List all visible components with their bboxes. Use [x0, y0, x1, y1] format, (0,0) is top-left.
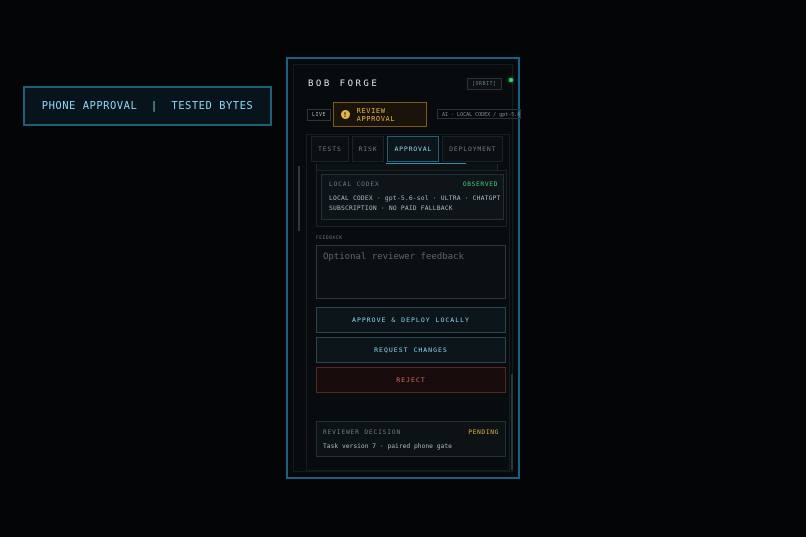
codex-detail-line: LOCAL CODEX · gpt-5.6-sol · ULTRA · CHAT…	[329, 195, 501, 202]
feedback-input[interactable]	[316, 245, 506, 299]
connection-status-dot	[509, 78, 513, 82]
tab-approval[interactable]: APPROVAL	[387, 136, 440, 162]
scrollbar-right[interactable]	[511, 374, 513, 470]
phone-frame: BOB FORGE [ORBIT] LIVE ! REVIEW APPROVAL…	[286, 57, 521, 479]
orbit-button[interactable]: [ORBIT]	[467, 78, 502, 90]
decision-title: REVIEWER DECISION	[323, 429, 402, 436]
tab-risk[interactable]: RISK	[351, 136, 385, 162]
tab-bar: TESTS RISK APPROVAL DEPLOYMENT	[311, 136, 506, 162]
codex-status-badge: OBSERVED	[462, 181, 498, 188]
warning-icon: !	[341, 110, 350, 119]
request-changes-button[interactable]: REQUEST CHANGES	[316, 337, 506, 363]
review-approval-chip[interactable]: ! REVIEW APPROVAL	[333, 102, 427, 127]
feedback-label: FEEDBACK	[316, 236, 343, 241]
review-approval-label: REVIEW APPROVAL	[356, 106, 396, 123]
banner-text: PHONE APPROVAL | TESTED BYTES	[41, 100, 254, 112]
decision-subtitle: Task version 7 · paired phone gate	[323, 443, 452, 450]
reviewer-decision-card: REVIEWER DECISION PENDING Task version 7…	[316, 421, 506, 457]
codex-title: LOCAL CODEX	[329, 181, 380, 188]
reject-button[interactable]: REJECT	[316, 367, 506, 393]
approve-deploy-button[interactable]: APPROVE & DEPLOY LOCALLY	[316, 307, 506, 333]
content-panel[interactable]: TESTS RISK APPROVAL DEPLOYMENT LOCAL COD…	[306, 134, 510, 471]
codex-detail-line: SUBSCRIPTION · NO PAID FALLBACK	[329, 205, 453, 212]
app-title: BOB FORGE	[308, 79, 380, 89]
scrollbar-left[interactable]	[298, 166, 300, 231]
codex-card: LOCAL CODEX OBSERVED LOCAL CODEX · gpt-5…	[321, 174, 504, 220]
tab-deployment[interactable]: DEPLOYMENT	[442, 136, 504, 162]
decision-status-badge: PENDING	[468, 429, 499, 436]
codex-section: LOCAL CODEX OBSERVED LOCAL CODEX · gpt-5…	[316, 170, 507, 227]
phone-screen: BOB FORGE [ORBIT] LIVE ! REVIEW APPROVAL…	[293, 64, 521, 472]
phone-approval-banner: PHONE APPROVAL | TESTED BYTES	[23, 86, 272, 126]
tab-tests[interactable]: TESTS	[311, 136, 349, 162]
live-badge: LIVE	[307, 109, 332, 121]
ai-model-chip[interactable]: AI · LOCAL CODEX / gpt-5.6-sol	[437, 109, 521, 119]
